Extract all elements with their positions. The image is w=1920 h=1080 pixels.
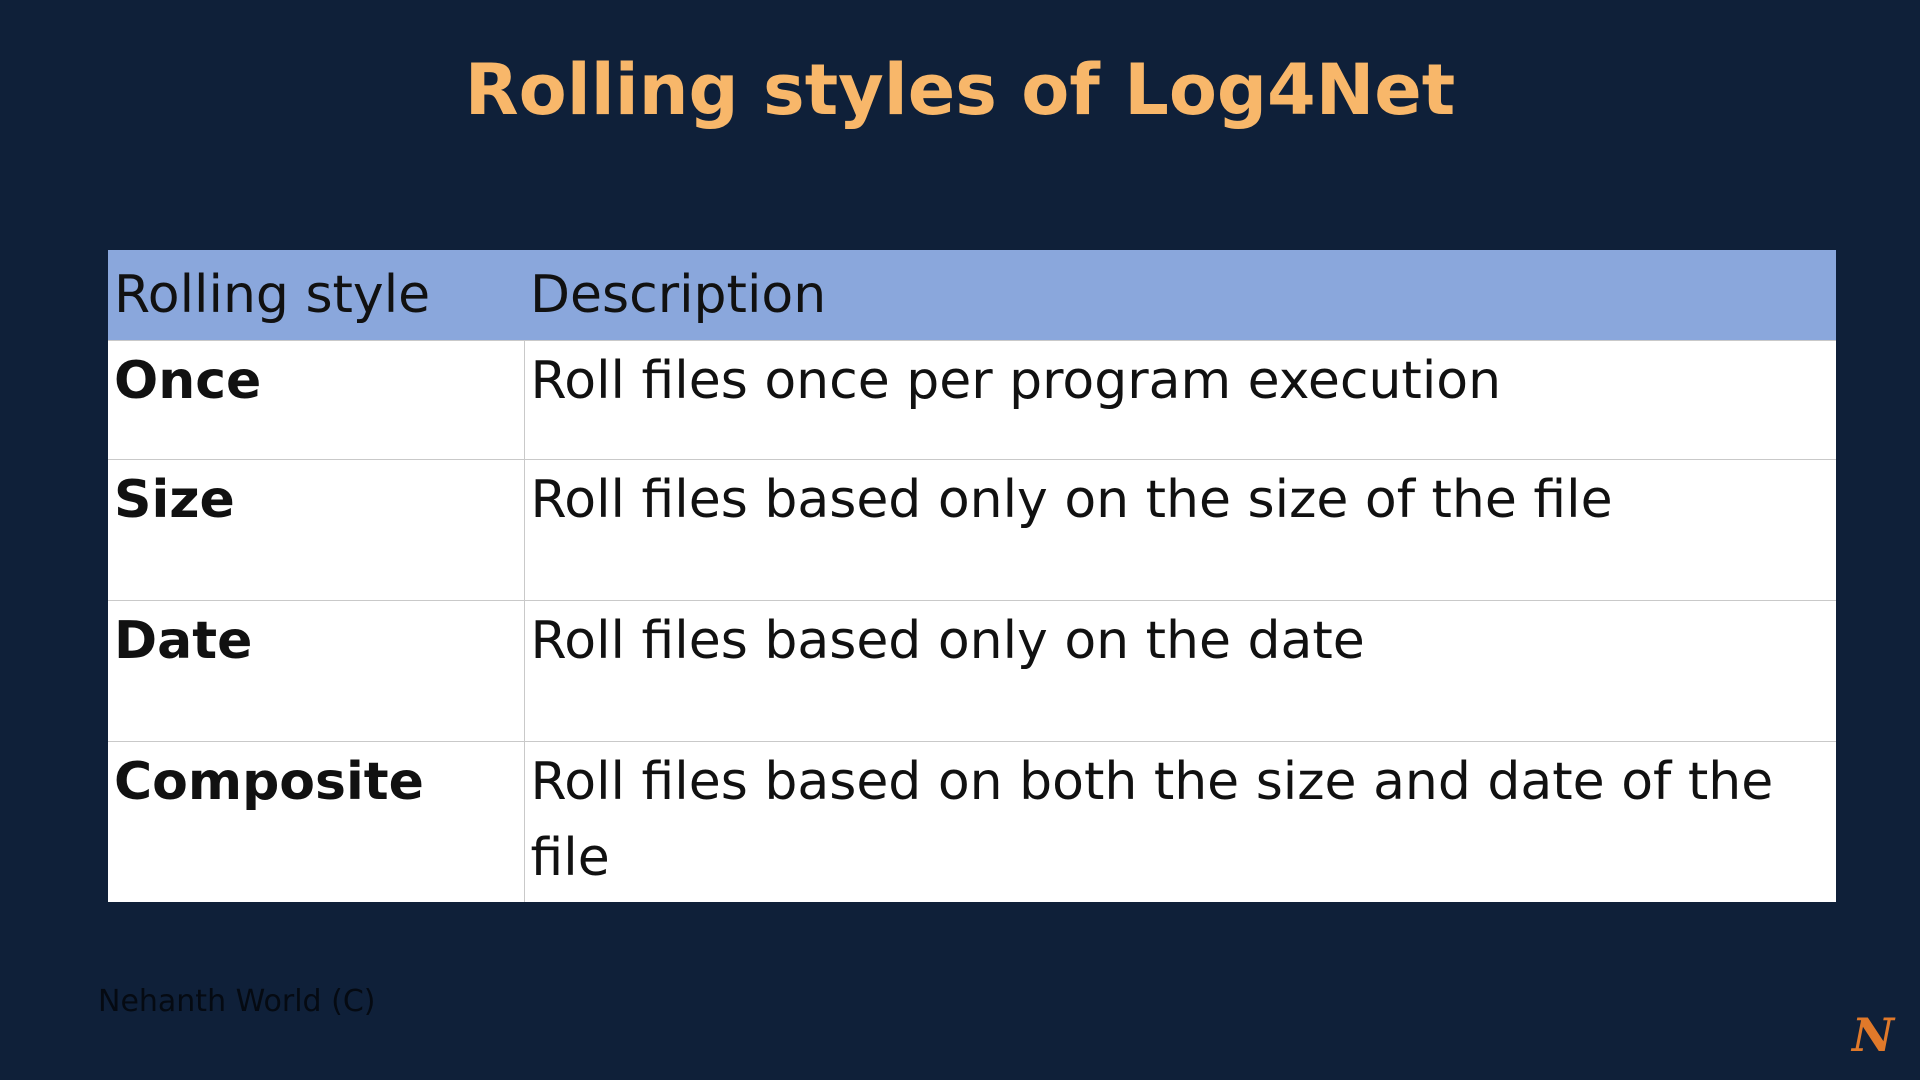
slide-title: Rolling styles of Log4Net: [464, 49, 1456, 131]
table-row: Once Roll files once per program executi…: [108, 340, 1836, 460]
n-logo-icon: N: [1851, 1008, 1894, 1062]
table-row: Size Roll files based only on the size o…: [108, 459, 1836, 601]
rolling-style-cell: Date: [108, 600, 525, 742]
description-cell: Roll files based only on the size of the…: [524, 459, 1836, 601]
column-header-rolling-style: Rolling style: [108, 250, 524, 341]
rolling-style-cell: Once: [108, 340, 525, 460]
table-row: Composite Roll files based on both the s…: [108, 741, 1836, 902]
copyright-text: Nehanth World (C): [98, 984, 376, 1019]
description-cell: Roll files once per program execution: [524, 340, 1836, 460]
table-body: Once Roll files once per program executi…: [108, 340, 1836, 902]
description-cell: Roll files based only on the date: [524, 600, 1836, 742]
table-row: Date Roll files based only on the date: [108, 600, 1836, 742]
rolling-style-cell: Size: [108, 459, 525, 601]
column-header-description: Description: [524, 250, 1836, 341]
rolling-style-cell: Composite: [108, 741, 525, 902]
table-header: Rolling style Description: [108, 250, 1836, 341]
description-cell: Roll files based on both the size and da…: [524, 741, 1836, 902]
rolling-styles-table: Rolling style Description Once Roll file…: [108, 250, 1836, 902]
rolling-styles-table-container: Rolling style Description Once Roll file…: [108, 250, 1836, 902]
table-header-row: Rolling style Description: [108, 250, 1836, 341]
